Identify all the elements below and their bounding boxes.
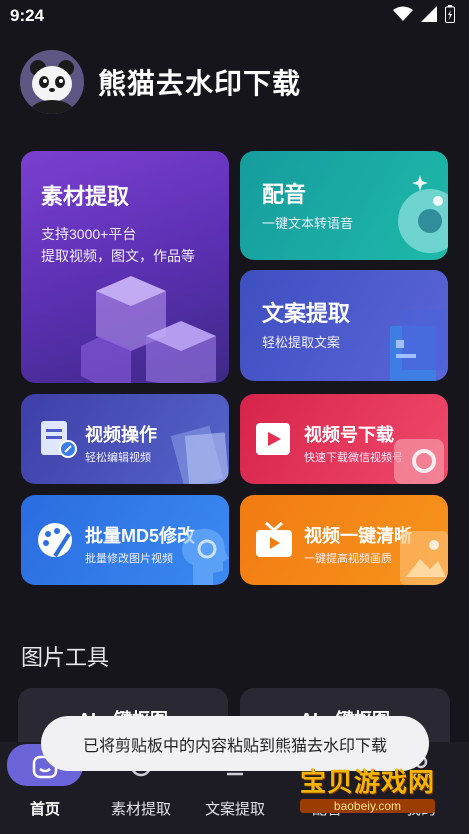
card-title: 视频一键清晰 (304, 522, 412, 548)
card-video-enhance[interactable]: 视频一键清晰 一键提高视频画质 (240, 495, 448, 585)
panda-avatar[interactable] (20, 50, 84, 114)
tv-play-icon (254, 521, 294, 559)
card-title: 视频操作 (85, 421, 157, 447)
card-material-extract[interactable]: 素材提取 支持3000+平台 提取视频，图文，作品等 (21, 151, 229, 383)
document-stack-icon (380, 300, 448, 381)
cubes-illustration-icon (81, 266, 229, 383)
status-icons (393, 5, 455, 23)
nav-label: 素材提取 (96, 798, 186, 819)
status-bar: 9:24 (0, 0, 469, 32)
palette-icon (35, 520, 75, 560)
card-title: 视频号下载 (304, 421, 394, 447)
site-watermark: 宝贝游戏网 baobeiy.com (300, 762, 435, 813)
app-header: 熊猫去水印下载 (20, 50, 301, 114)
card-subtitle: 轻松编辑视频 (85, 449, 151, 465)
card-subtitle: 一键文本转语音 (262, 213, 353, 232)
watermark-url: baobeiy.com (300, 799, 435, 813)
nav-label: 文案提取 (190, 798, 280, 819)
play-icon (254, 419, 294, 459)
card-title: 配音 (262, 177, 306, 209)
card-subtitle: 批量修改图片视频 (85, 550, 173, 566)
card-subtitle: 一键提高视频画质 (304, 550, 392, 566)
head-illustration-icon (173, 525, 229, 585)
card-subtitle: 支持3000+平台 (41, 224, 136, 244)
card-video-edit[interactable]: 视频操作 轻松编辑视频 (21, 394, 229, 484)
picture-illustration-icon (398, 525, 448, 585)
nav-label: 首页 (0, 798, 90, 819)
card-dubbing[interactable]: 配音 一键文本转语音 (240, 151, 448, 260)
card-subtitle: 快速下载微信视频号 (304, 449, 403, 465)
card-subtitle: 轻松提取文案 (262, 332, 340, 351)
section-title-image-tools: 图片工具 (21, 640, 109, 672)
edit-document-icon (37, 419, 77, 459)
card-title: 素材提取 (41, 179, 129, 211)
watermark-name: 宝贝游戏网 (300, 762, 435, 799)
signal-icon (421, 6, 437, 22)
wifi-icon (393, 6, 413, 22)
app-title: 熊猫去水印下载 (98, 62, 301, 102)
card-batch-md5[interactable]: 批量MD5修改 批量修改图片视频 (21, 495, 229, 585)
card-copy-extract[interactable]: 文案提取 轻松提取文案 (240, 270, 448, 381)
papers-illustration-icon (169, 422, 229, 484)
panda-icon (20, 50, 84, 114)
card-title: 文案提取 (262, 296, 350, 328)
battery-icon (445, 5, 455, 23)
card-subtitle: 提取视频，图文，作品等 (41, 246, 195, 266)
card-channels-download[interactable]: 视频号下载 快速下载微信视频号 (240, 394, 448, 484)
status-time: 9:24 (10, 6, 44, 26)
speaker-disc-icon (382, 169, 448, 260)
camera-illustration-icon (390, 429, 448, 484)
